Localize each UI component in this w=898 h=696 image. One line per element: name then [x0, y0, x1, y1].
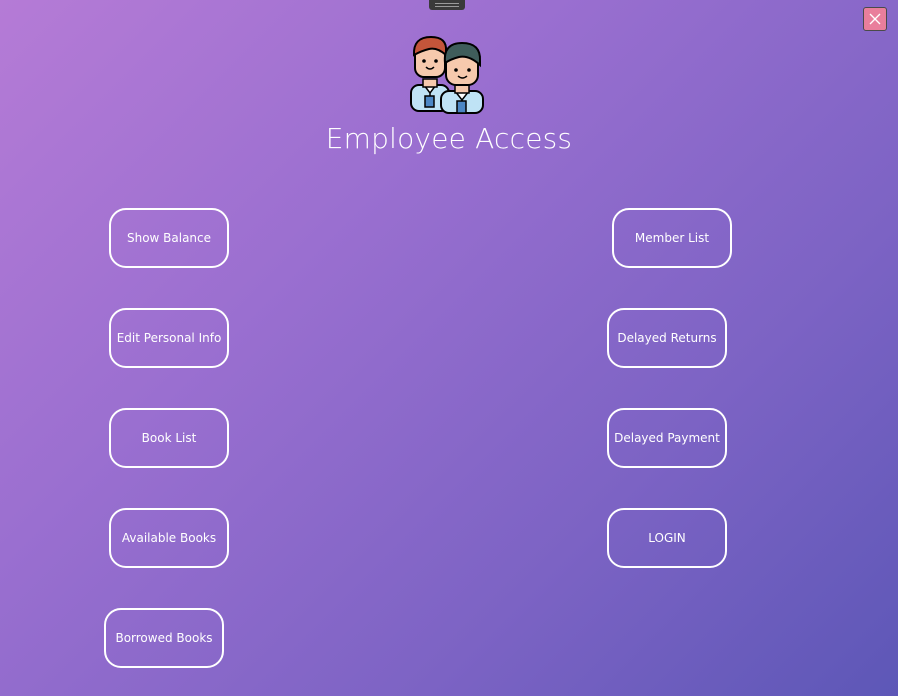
employees-icon [409, 33, 485, 115]
employee-access-window: Employee Access Show Balance Edit Person… [0, 0, 898, 696]
login-button[interactable]: LOGIN [607, 508, 727, 568]
available-books-button[interactable]: Available Books [109, 508, 229, 568]
delayed-returns-button[interactable]: Delayed Returns [607, 308, 727, 368]
page-title: Employee Access [325, 122, 573, 155]
drag-handle[interactable] [429, 0, 465, 10]
book-list-button[interactable]: Book List [109, 408, 229, 468]
delayed-payment-button[interactable]: Delayed Payment [607, 408, 727, 468]
close-icon [869, 13, 881, 25]
close-button[interactable] [863, 7, 887, 31]
member-list-button[interactable]: Member List [612, 208, 732, 268]
show-balance-button[interactable]: Show Balance [109, 208, 229, 268]
edit-personal-info-button[interactable]: Edit Personal Info [109, 308, 229, 368]
borrowed-books-button[interactable]: Borrowed Books [104, 608, 224, 668]
